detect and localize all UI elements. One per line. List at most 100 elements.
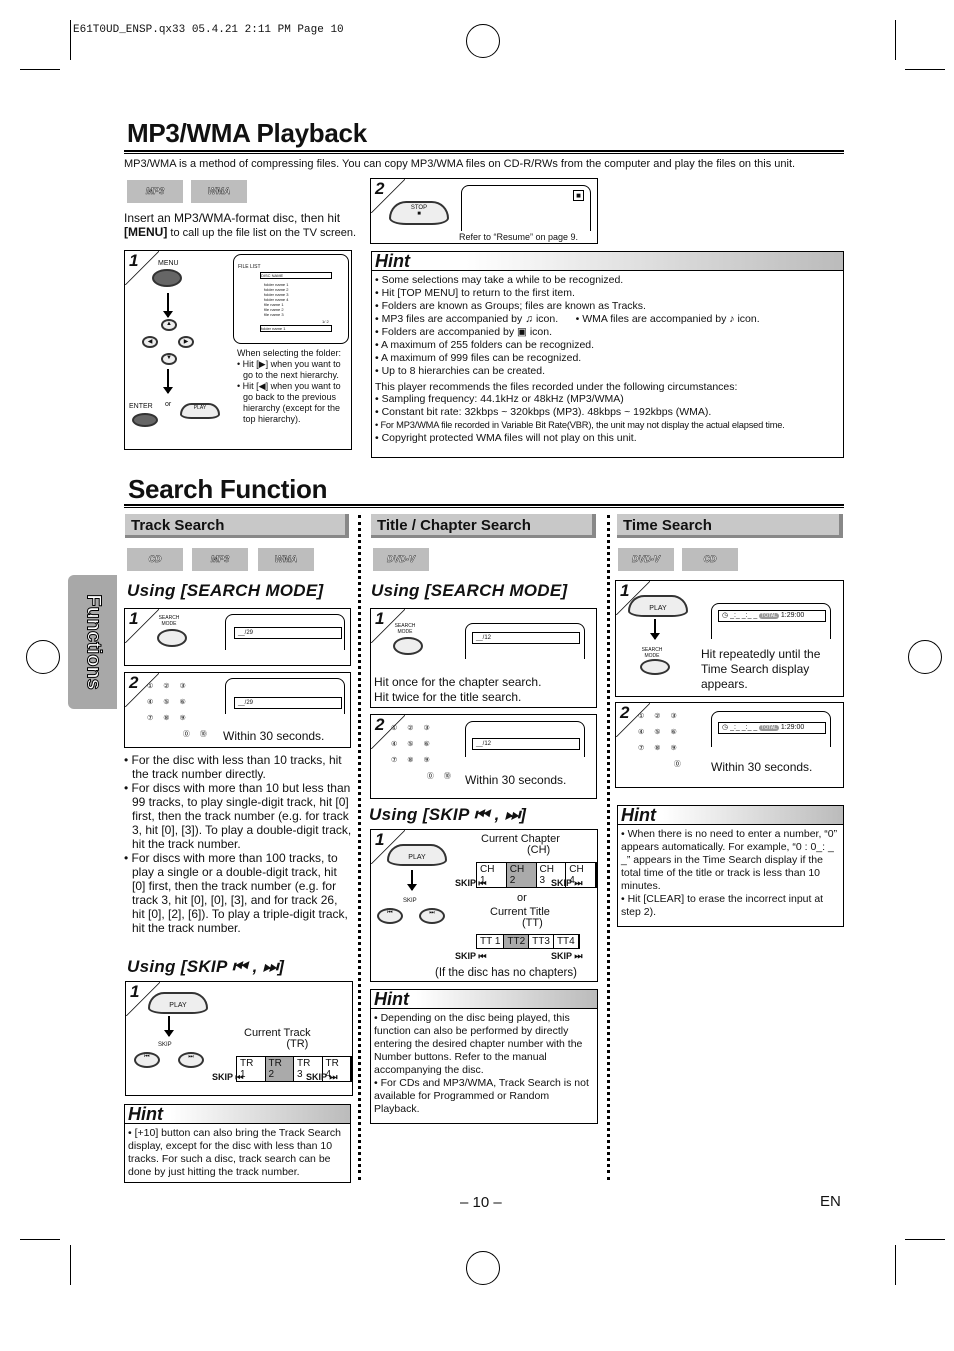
crop-mark [70,1245,71,1285]
time-search-header: Time Search [617,514,843,538]
crop-mark [895,1245,896,1285]
tv-screen: __/12 [465,721,585,757]
or-label: or [517,892,527,904]
tv-screen: ◷ _:_ _:_ _ TOTAL 1:29:00 [711,603,831,639]
play-button[interactable]: PLAY [387,844,447,866]
file-list-screen: FILE LIST DISC NAME folder name 1 folder … [233,254,349,344]
number-keypad[interactable]: ①②③ ④⑤⑥ ⑦⑧⑨ ⓪⑩ [147,679,217,743]
hint-item: Sampling frequency: 44.1kHz or 48kHz (MP… [375,393,840,406]
track-bullets: • For the disc with less than 10 tracks,… [124,753,352,935]
mp3-logo: MP3 [127,180,183,203]
mp3-hint: Hint Some selections may take a while to… [371,251,844,458]
chapter-hint: Hint Depending on the disc being played,… [370,989,598,1124]
intro-text: MP3/WMA is a method of compressing files… [124,158,796,170]
skip-forward-button[interactable]: ⏭ [178,1052,204,1068]
enter-label: ENTER [129,403,153,410]
hint-item: For MP3/WMA file recorded in Variable Bi… [375,419,840,432]
up-button[interactable]: ▲ [161,319,177,331]
mp3-step-1: 1 MENU ▲ ◀ ▶ ▼ ENTER or PLAY FILE LIST D… [124,250,352,450]
column-divider [607,515,610,1180]
chapter-step-2: 2 ①②③ ④⑤⑥ ⑦⑧⑨ ⓪⑩ __/12 Within 30 seconds. [370,714,597,799]
arrow-down-icon [407,870,417,891]
hint-item: Hit [TOP MENU] to return to the first it… [375,287,840,300]
search-mode-button[interactable] [640,659,670,675]
crop-mark [70,20,71,60]
crop-mark [20,69,60,70]
step-number: 2 [620,703,630,722]
down-button[interactable]: ▼ [161,353,177,365]
hint-item: Copyright protected WMA files will not p… [375,432,840,445]
skip-label: SKIP [158,1042,172,1048]
subheading: Using [SKIP ⏮ , ⏭] [127,957,285,976]
play-button[interactable]: PLAY [148,992,208,1014]
disc-name: DISC NAME [260,272,332,279]
track-step-2: 2 ①②③ ④⑤⑥ ⑦⑧⑨ ⓪⑩ __/29 Within 30 seconds. [124,672,351,748]
within-text: Within 30 seconds. [465,773,567,787]
resume-note: Refer to “Resume” on page 9. [459,232,579,242]
chapter-skip-step: 1 PLAY SKIP ⏮ ⏭ Current Chapter (CH) CH 1… [370,829,598,982]
step-number: 1 [375,830,385,849]
skip-back-button[interactable]: ⏮ [134,1052,160,1068]
chapter-step-1: 1 SEARCH MODE __/12 Hit once for the cha… [370,608,597,708]
arrow-down-icon [164,1016,174,1037]
arrow-down-icon [163,369,173,394]
skip-label: SKIP [403,898,417,904]
hint-item: For CDs and MP3/WMA, Track Search is not… [374,1077,594,1116]
stop-icon: ■ [573,190,584,201]
within-text: Within 30 seconds. [223,729,325,743]
tv-screen: __/12 [465,623,585,659]
dvd-logo: DVD-V [618,548,674,571]
hint-item: Constant bit rate: 32kbps ~ 320kbps (MP3… [375,406,840,419]
step-text: Hit repeatedly until the Time Search dis… [701,647,821,691]
hint-item: MP3 files are accompanied by ♫ icon. • W… [375,313,840,326]
track-display: __/29 [234,627,342,639]
play-button[interactable]: PLAY [180,403,220,419]
step-number: 1 [129,609,139,628]
divider [124,504,844,508]
divider [124,150,844,154]
tv-screen: ◷ _:_ _:_ _ TOTAL 1:29:00 [711,711,831,747]
folder-notes: When selecting the folder: • Hit [▶] whe… [237,348,342,424]
hint-item: Up to 8 hierarchies can be created. [375,365,840,378]
skip-back-label: SKIP ⏮ [455,878,487,888]
search-mode-button[interactable] [393,637,423,655]
wma-logo: WMA [191,180,247,203]
mp3-step-2: 2 STOP ■ ■ Refer to “Resume” on page 9. [370,178,598,244]
hint-item: Folders are accompanied by ▣ icon. [375,326,840,339]
search-mode-button[interactable] [157,629,187,647]
no-chapters-note: (If the disc has no chapters) [435,967,577,979]
skip-forward-button[interactable]: ⏭ [419,908,445,924]
title-strip: TT 1 TT2 TT3 TT4 [476,934,580,949]
within-text: Within 30 seconds. [711,760,813,774]
number-keypad[interactable]: ①②③ ④⑤⑥ ⑦⑧⑨ ⓪ [638,709,691,773]
tv-screen: ■ [461,185,591,231]
enter-button[interactable] [132,413,158,427]
file-list: folder name 1 folder name 2 folder name 3f… [264,282,289,317]
skip-back-button[interactable]: ⏮ [377,908,403,924]
hint-item: Hit [CLEAR] to erase the incorrect input… [621,893,840,919]
subheading: Using [SEARCH MODE] [127,581,324,600]
arrow-down-icon [650,619,660,640]
step-number: 2 [375,179,385,198]
left-button[interactable]: ◀ [142,336,158,348]
crop-mark [895,20,896,60]
menu-button[interactable] [152,269,182,287]
hint-item: [+10] button can also bring the Track Se… [128,1127,347,1179]
step-number: 2 [375,715,385,734]
hint-title: Hint [125,1105,350,1124]
play-button[interactable]: PLAY [628,595,688,617]
page-indicator: 1/ 2 [322,319,329,324]
skip-forward-label: SKIP ⏭ [551,878,583,888]
right-button[interactable]: ▶ [178,336,194,348]
step-number: 1 [129,251,139,270]
number-keypad[interactable]: ①②③ ④⑤⑥ ⑦⑧⑨ ⓪⑩ [391,721,461,785]
skip-forward-label: SKIP ⏭ [306,1072,338,1082]
selected-row: folder name 1 [260,325,332,332]
mp3-logo: MP3 [192,548,248,571]
crop-mark [905,69,945,70]
track-skip-step: 1 PLAY SKIP ⏮ ⏭ Current Track (TR) TR 1 TR… [125,981,353,1096]
stop-button[interactable]: STOP ■ [389,201,449,225]
dvd-logo: DVD-V [373,548,429,571]
time-step-1: 1 PLAY SEARCH MODE ◷ _:_ _:_ _ TOTAL 1:2… [615,580,844,697]
cd-logo: CD [682,548,738,571]
